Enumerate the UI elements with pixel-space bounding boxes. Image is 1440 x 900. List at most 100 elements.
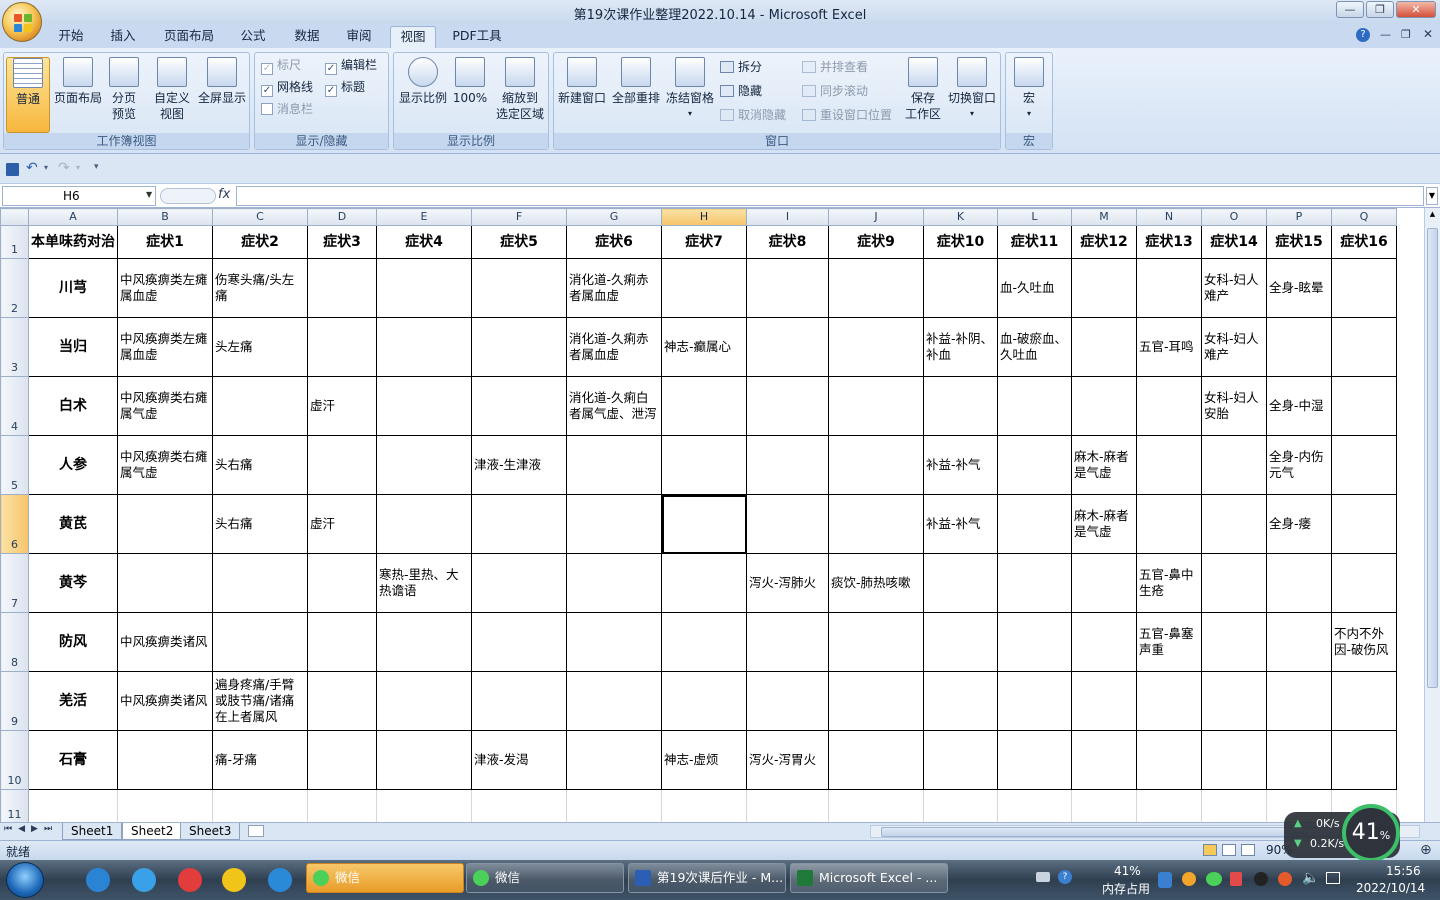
name-box[interactable]: H6 bbox=[2, 186, 156, 206]
zoom-in-icon[interactable]: ⊕ bbox=[1420, 842, 1432, 858]
custom-views-button[interactable]: 自定义 视图 bbox=[150, 57, 194, 122]
zoom-to-selection-button[interactable]: 缩放到 选定区域 bbox=[494, 57, 546, 122]
table-cell[interactable] bbox=[376, 258, 472, 318]
column-header[interactable]: E bbox=[376, 208, 472, 226]
table-cell[interactable] bbox=[1071, 789, 1137, 822]
reset-window-position-button[interactable]: 重设窗口位置 bbox=[802, 105, 892, 125]
tab-formulas[interactable]: 公式 bbox=[232, 26, 274, 48]
table-cell[interactable]: 女科-妇人难产 bbox=[1201, 258, 1267, 318]
herb-name-cell[interactable]: 白术 bbox=[28, 376, 118, 436]
column-header[interactable]: M bbox=[1071, 208, 1137, 226]
start-button[interactable] bbox=[6, 862, 44, 898]
table-cell[interactable] bbox=[1331, 730, 1397, 790]
row-header[interactable]: 7 bbox=[0, 553, 29, 613]
table-cell[interactable] bbox=[307, 671, 377, 731]
column-header[interactable]: J bbox=[828, 208, 924, 226]
header-cell[interactable]: 本单味药对治 bbox=[28, 225, 118, 259]
table-cell[interactable]: 血-久吐血 bbox=[997, 258, 1072, 318]
table-cell[interactable]: 中风痪痹类诸风 bbox=[117, 612, 213, 672]
table-cell[interactable] bbox=[1071, 258, 1137, 318]
column-header[interactable]: Q bbox=[1331, 208, 1397, 226]
table-cell[interactable]: 虚汗 bbox=[307, 494, 377, 554]
table-cell[interactable] bbox=[307, 317, 377, 377]
table-cell[interactable] bbox=[117, 730, 213, 790]
table-cell[interactable] bbox=[307, 730, 377, 790]
table-cell[interactable]: 血-破瘀血、久吐血 bbox=[997, 317, 1072, 377]
formula-bar-checkbox[interactable]: ✓ 编辑栏 bbox=[325, 55, 377, 75]
page-layout-view-button[interactable]: 页面布局 bbox=[52, 57, 104, 106]
header-cell[interactable]: 症状2 bbox=[212, 225, 308, 259]
table-cell[interactable] bbox=[1331, 671, 1397, 731]
table-cell[interactable]: 全身-痿 bbox=[1266, 494, 1332, 554]
scroll-up-icon[interactable]: ▲ bbox=[1426, 210, 1439, 220]
save-icon[interactable] bbox=[6, 163, 19, 176]
table-cell[interactable] bbox=[997, 789, 1072, 822]
ie-icon[interactable] bbox=[86, 868, 110, 892]
table-cell[interactable] bbox=[471, 789, 567, 822]
table-cell[interactable] bbox=[828, 612, 924, 672]
table-cell[interactable] bbox=[1266, 553, 1332, 613]
table-cell[interactable] bbox=[923, 730, 998, 790]
table-cell[interactable]: 五官-鼻中生疮 bbox=[1136, 553, 1202, 613]
herb-name-cell[interactable]: 黄芪 bbox=[28, 494, 118, 554]
sheet-tab-1[interactable]: Sheet1 bbox=[62, 823, 123, 840]
table-cell[interactable] bbox=[1071, 730, 1137, 790]
table-cell[interactable] bbox=[1266, 671, 1332, 731]
table-cell[interactable] bbox=[1136, 258, 1202, 318]
table-cell[interactable] bbox=[997, 376, 1072, 436]
table-cell[interactable] bbox=[828, 789, 924, 822]
table-cell[interactable]: 消化道-久痢白者属气虚、泄泻 bbox=[566, 376, 662, 436]
undo-icon[interactable]: ↶ bbox=[26, 160, 38, 176]
table-cell[interactable]: 消化道-久痢赤者属血虚 bbox=[566, 258, 662, 318]
column-header[interactable]: F bbox=[471, 208, 567, 226]
table-cell[interactable] bbox=[471, 671, 567, 731]
column-header[interactable]: H bbox=[661, 208, 747, 226]
memory-usage-circle[interactable]: 41% bbox=[1342, 804, 1400, 862]
header-cell[interactable]: 症状1 bbox=[117, 225, 213, 259]
header-cell[interactable]: 症状13 bbox=[1136, 225, 1202, 259]
table-cell[interactable] bbox=[828, 317, 924, 377]
table-cell[interactable] bbox=[1201, 612, 1267, 672]
table-cell[interactable] bbox=[997, 730, 1072, 790]
table-cell[interactable] bbox=[212, 376, 308, 436]
table-cell[interactable]: 全身-眩晕 bbox=[1266, 258, 1332, 318]
table-cell[interactable] bbox=[997, 553, 1072, 613]
table-cell[interactable] bbox=[1331, 376, 1397, 436]
table-cell[interactable]: 五官-耳鸣 bbox=[1136, 317, 1202, 377]
table-cell[interactable] bbox=[828, 730, 924, 790]
table-cell[interactable] bbox=[661, 494, 747, 554]
redo-dropdown-icon[interactable]: ▾ bbox=[76, 163, 80, 172]
table-cell[interactable]: 补益-补气 bbox=[923, 494, 998, 554]
tab-insert[interactable]: 插入 bbox=[102, 26, 144, 48]
table-cell[interactable] bbox=[746, 376, 829, 436]
table-cell[interactable] bbox=[471, 317, 567, 377]
synchronous-scrolling-button[interactable]: 同步滚动 bbox=[802, 81, 868, 101]
message-bar-checkbox[interactable]: 消息栏 bbox=[261, 99, 313, 119]
sheet-nav-arrows[interactable]: ⏮◀▶⏭ bbox=[4, 824, 58, 834]
header-cell[interactable]: 症状9 bbox=[828, 225, 924, 259]
table-cell[interactable] bbox=[661, 435, 747, 495]
table-cell[interactable] bbox=[923, 553, 998, 613]
table-cell[interactable] bbox=[117, 553, 213, 613]
full-screen-button[interactable]: 全屏显示 bbox=[196, 57, 248, 106]
ie-2-icon[interactable] bbox=[132, 868, 156, 892]
macros-button[interactable]: 宏 ▾ bbox=[1010, 57, 1048, 122]
ribbon-restore-icon[interactable]: ❐ bbox=[1401, 28, 1411, 41]
table-cell[interactable] bbox=[566, 730, 662, 790]
table-cell[interactable] bbox=[1201, 494, 1267, 554]
row-header[interactable]: 5 bbox=[0, 435, 29, 495]
header-cell[interactable]: 症状6 bbox=[566, 225, 662, 259]
table-cell[interactable] bbox=[923, 671, 998, 731]
insert-function-icon[interactable]: fx bbox=[218, 187, 230, 202]
table-cell[interactable] bbox=[923, 258, 998, 318]
table-cell[interactable]: 头右痛 bbox=[212, 494, 308, 554]
header-cell[interactable]: 症状7 bbox=[661, 225, 747, 259]
column-header[interactable]: A bbox=[28, 208, 118, 226]
table-cell[interactable] bbox=[661, 258, 747, 318]
herb-name-cell[interactable]: 石膏 bbox=[28, 730, 118, 790]
table-cell[interactable] bbox=[661, 789, 747, 822]
row-header[interactable]: 1 bbox=[0, 225, 29, 259]
tab-review[interactable]: 审阅 bbox=[338, 26, 380, 48]
column-header[interactable]: C bbox=[212, 208, 308, 226]
table-cell[interactable]: 中风痪痹类右瘫属气虚 bbox=[117, 376, 213, 436]
